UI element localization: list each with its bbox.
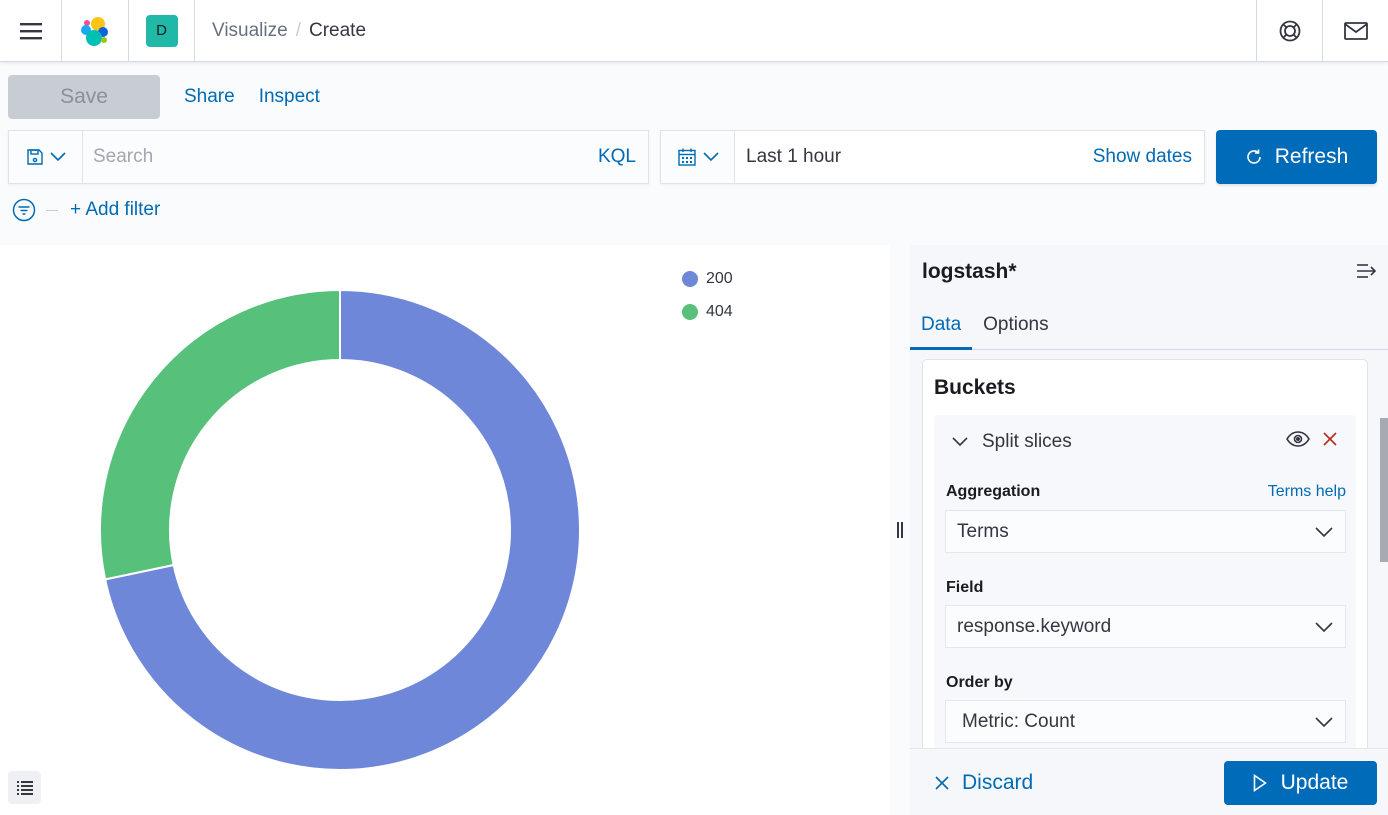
sidebar-tabs: Data Options [910,307,1388,350]
sidebar-scrollbar-thumb[interactable] [1380,418,1388,562]
query-bar: Search KQL [8,130,649,184]
aggregation-actions [1286,431,1338,447]
save-button[interactable]: Save [8,75,160,119]
elastic-logo-icon [81,16,108,46]
editor-sidebar: logstash* Data Options Buckets Split sli… [910,245,1388,815]
breadcrumb: Visualize / Create [195,20,366,42]
filter-divider [46,209,58,211]
saved-query-icon [26,149,43,165]
order-by-label: Order by [946,674,1013,691]
remove-x-icon[interactable] [1322,431,1338,447]
hamburger-menu-icon [19,22,42,39]
filter-options-icon[interactable] [12,198,36,222]
order-by-value: Metric: Count [962,710,1075,732]
collapse-panel-icon[interactable] [1356,263,1378,279]
legend-color-dot [682,270,698,287]
discard-button[interactable]: Discard [934,771,1033,795]
header-right-actions [1256,0,1388,62]
search-input[interactable]: Search [83,146,598,168]
aggregation-title: Split slices [982,431,1072,452]
tab-options[interactable]: Options [972,307,1059,349]
legend-label: 404 [706,302,733,320]
help-lifebuoy-icon [1279,20,1300,42]
filter-bar: + Add filter [12,198,160,222]
breadcrumb-separator: / [295,19,301,41]
legend-label: 200 [706,269,733,287]
index-pattern-title: logstash* [922,260,1017,283]
buckets-title: Buckets [934,376,1016,399]
pie-slice-404[interactable] [99,288,341,581]
add-filter-button[interactable]: + Add filter [70,199,160,221]
update-label: Update [1280,771,1349,794]
chevron-down-icon [1315,621,1333,632]
field-label: Field [946,579,984,596]
aggregation-header[interactable]: Split slices [952,431,1072,453]
chevron-down-icon[interactable] [952,437,968,447]
discard-label: Discard [962,771,1034,794]
chevron-down-icon [702,152,719,162]
date-picker: Last 1 hour Show dates [660,130,1205,184]
share-link[interactable]: Share [184,86,235,108]
newsfeed-mail-icon [1343,22,1368,40]
home-logo-button[interactable] [62,0,129,62]
close-icon [935,776,949,790]
aggregation-select[interactable]: Terms [945,510,1346,553]
field-value: response.keyword [957,615,1112,637]
visualization-area [0,245,890,815]
quick-select-button[interactable] [661,131,735,183]
list-icon [16,780,33,795]
aggregation-split-slices: Split slices Aggregation Terms help Term… [934,415,1356,759]
refresh-label: Refresh [1274,145,1349,168]
eye-icon[interactable] [1286,431,1310,447]
order-by-select[interactable]: Metric: Count [945,700,1346,743]
menu-button[interactable] [0,0,62,62]
newsfeed-button[interactable] [1322,0,1388,62]
terms-help-link[interactable]: Terms help [1268,483,1346,501]
chevron-down-icon [49,152,66,162]
tab-data[interactable]: Data [910,307,973,350]
breadcrumb-create: Create [308,19,367,41]
sidebar-footer: Discard Update [910,748,1388,815]
calendar-icon [677,148,696,166]
top-nav-menu: Save Share Inspect [8,75,320,119]
resize-handle-icon[interactable] [897,522,903,538]
chevron-down-icon [1315,526,1333,537]
play-icon [1253,774,1267,792]
update-button[interactable]: Update [1224,761,1377,805]
space-selector[interactable]: D [129,0,195,62]
breadcrumb-visualize[interactable]: Visualize [212,20,288,42]
inspect-link[interactable]: Inspect [259,86,320,108]
aggregation-label: Aggregation [946,483,1041,500]
top-header: D Visualize / Create [0,0,1388,62]
field-select[interactable]: response.keyword [945,605,1346,648]
pie-chart [99,288,581,771]
chart-legend: 200 404 [682,262,733,328]
help-button[interactable] [1256,0,1322,62]
legend-color-dot [682,303,698,320]
saved-query-button[interactable] [9,131,83,183]
refresh-icon [1246,149,1261,164]
legend-toggle-button[interactable] [8,771,41,804]
query-language-button[interactable]: KQL [598,146,648,168]
chevron-down-icon [1315,716,1333,727]
refresh-button[interactable]: Refresh [1216,130,1377,184]
buckets-panel: Buckets Split slices Aggregation Terms h… [922,359,1368,759]
legend-item-200[interactable]: 200 [682,262,733,295]
space-avatar: D [145,14,178,47]
show-dates-button[interactable]: Show dates [1093,146,1204,168]
time-range-label[interactable]: Last 1 hour [735,146,1093,168]
legend-item-404[interactable]: 404 [682,295,733,328]
aggregation-value: Terms [957,520,1009,542]
